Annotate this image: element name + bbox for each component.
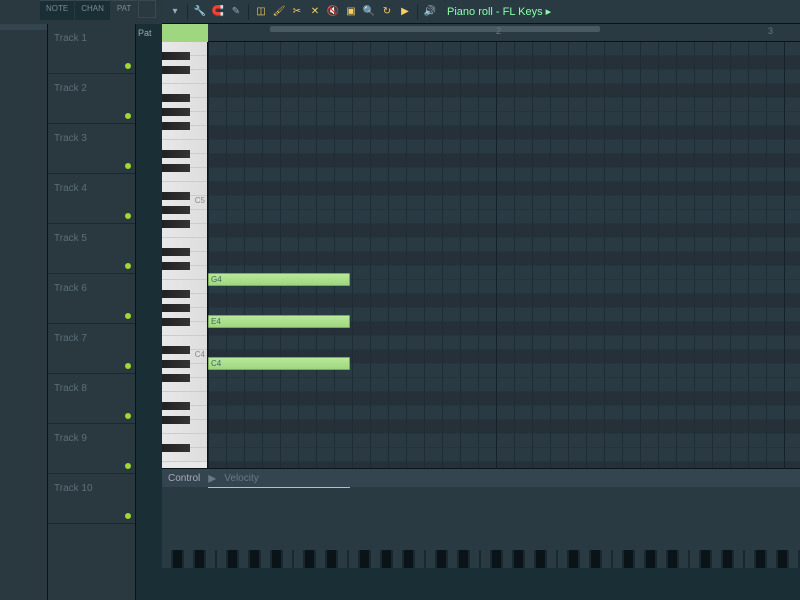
- track-indicator-icon: [125, 263, 131, 269]
- track-indicator-icon: [125, 463, 131, 469]
- track-row[interactable]: Track 6: [48, 274, 135, 324]
- velocity-area[interactable]: [208, 487, 800, 550]
- track-indicator-icon: [125, 63, 131, 69]
- track-label: Track 9: [54, 433, 87, 444]
- tab-icon-grid[interactable]: [138, 0, 156, 18]
- track-label: Track 5: [54, 233, 87, 244]
- track-label: Track 1: [54, 33, 87, 44]
- key-label-c4: C4: [195, 350, 205, 359]
- midi-note[interactable]: C4: [208, 357, 350, 370]
- note-grid[interactable]: G4 E4 C4: [208, 42, 800, 468]
- track-row[interactable]: Track 9: [48, 424, 135, 474]
- control-panel: Control ▸ Velocity: [162, 468, 800, 568]
- loop-icon[interactable]: ↻: [379, 4, 395, 20]
- track-label: Track 2: [54, 83, 87, 94]
- left-panel: [0, 24, 48, 600]
- zoom-icon[interactable]: 🔍: [361, 4, 377, 20]
- piano-roll-window: ▾ 🔧 🧲 ✎ ◫ 🖌 ✂ ✕ 🔇 ▣ 🔍 ↻ ▶ 🔊 Piano roll -…: [162, 0, 800, 600]
- cut-icon[interactable]: ✂: [289, 4, 305, 20]
- control-header[interactable]: Control ▸ Velocity: [162, 469, 800, 487]
- track-row[interactable]: Track 7: [48, 324, 135, 374]
- piano-roll-toolbar: ▾ 🔧 🧲 ✎ ◫ 🖌 ✂ ✕ 🔇 ▣ 🔍 ↻ ▶ 🔊 Piano roll -…: [162, 0, 800, 24]
- track-indicator-icon: [125, 413, 131, 419]
- control-mini-keyboard[interactable]: [162, 550, 800, 568]
- track-row[interactable]: Track 2: [48, 74, 135, 124]
- timeline-play-region[interactable]: [162, 24, 208, 42]
- bar-marker: 3: [768, 26, 773, 36]
- track-indicator-icon: [125, 363, 131, 369]
- stamp-icon[interactable]: ▣: [343, 4, 359, 20]
- piano-roll-title[interactable]: Piano roll - FL Keys ▸: [447, 5, 551, 18]
- midi-note[interactable]: E4: [208, 315, 350, 328]
- pencil-icon[interactable]: ✎: [228, 4, 244, 20]
- timeline[interactable]: 2 3: [208, 24, 800, 42]
- sound-icon[interactable]: 🔊: [422, 4, 438, 20]
- speaker-icon[interactable]: 🔇: [325, 4, 341, 20]
- piano-keyboard[interactable]: C5 C4: [162, 42, 208, 468]
- track-label: Track 7: [54, 333, 87, 344]
- tab-chan[interactable]: CHAN: [75, 0, 110, 20]
- track-indicator-icon: [125, 213, 131, 219]
- pattern-label: Pat: [138, 28, 152, 38]
- track-indicator-icon: [125, 113, 131, 119]
- track-label: Track 3: [54, 133, 87, 144]
- tab-pat[interactable]: PAT: [111, 0, 137, 20]
- track-indicator-icon: [125, 163, 131, 169]
- track-label: Track 4: [54, 183, 87, 194]
- mute-icon[interactable]: ✕: [307, 4, 323, 20]
- key-label-c5: C5: [195, 196, 205, 205]
- timeline-scrollbar[interactable]: [270, 26, 600, 32]
- menu-icon[interactable]: ▾: [167, 4, 183, 20]
- track-row[interactable]: Track 8: [48, 374, 135, 424]
- play-icon[interactable]: ▶: [397, 4, 413, 20]
- select-icon[interactable]: ◫: [253, 4, 269, 20]
- wrench-icon[interactable]: 🔧: [192, 4, 208, 20]
- track-row[interactable]: Track 1: [48, 24, 135, 74]
- control-label: Control: [168, 473, 200, 484]
- track-indicator-icon: [125, 513, 131, 519]
- midi-note[interactable]: G4: [208, 273, 350, 286]
- brush-icon[interactable]: 🖌: [271, 4, 287, 20]
- bar-marker: 2: [496, 26, 501, 36]
- tab-note[interactable]: NOTE: [40, 0, 74, 20]
- track-row[interactable]: Track 4: [48, 174, 135, 224]
- track-label: Track 10: [54, 483, 93, 494]
- track-row[interactable]: Track 5: [48, 224, 135, 274]
- track-indicator-icon: [125, 313, 131, 319]
- magnet-icon[interactable]: 🧲: [210, 4, 226, 20]
- tab-strip: NOTE CHAN PAT: [40, 0, 156, 20]
- track-row[interactable]: Track 3: [48, 124, 135, 174]
- track-row[interactable]: Track 10: [48, 474, 135, 524]
- control-sublabel: Velocity: [224, 473, 258, 484]
- track-list: Track 1 Track 2 Track 3 Track 4 Track 5 …: [48, 24, 136, 600]
- track-label: Track 8: [54, 383, 87, 394]
- track-label: Track 6: [54, 283, 87, 294]
